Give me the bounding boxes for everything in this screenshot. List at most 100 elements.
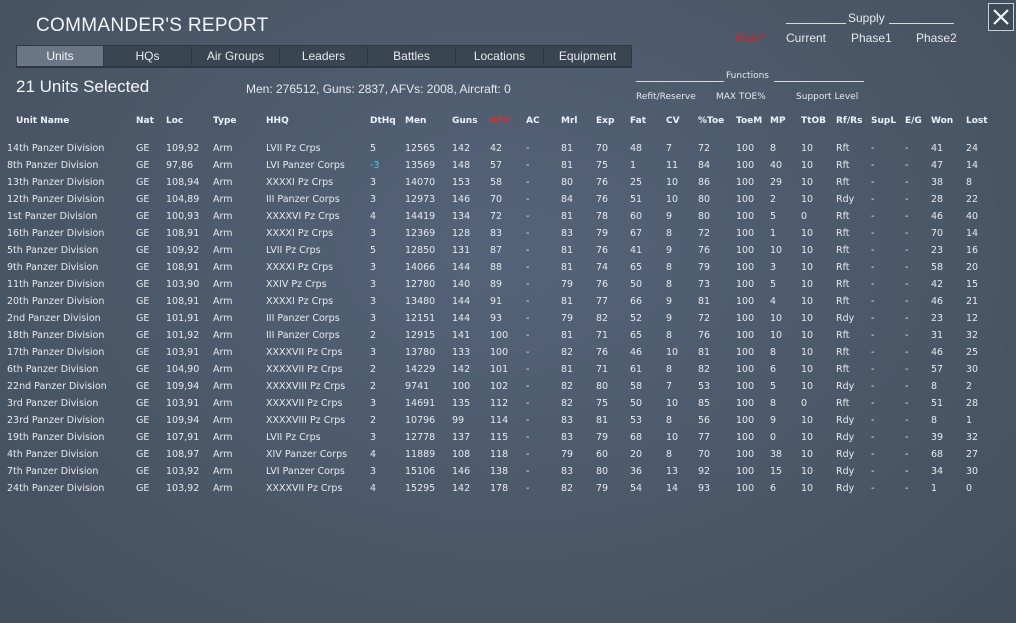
cell-unit-name[interactable]: 19th Panzer Division: [7, 431, 104, 444]
table-row[interactable]: 5th Panzer Division GE 109,92 Arm LVII Pz Cr…: [0, 244, 1016, 261]
cell-e-g: -: [905, 228, 909, 239]
table-row[interactable]: 9th Panzer Division GE 108,91 Arm XXXXI Pz C…: [0, 261, 1016, 278]
cell-unit-name[interactable]: 7th Panzer Division: [7, 465, 98, 478]
cell-toe-pct: 86: [698, 177, 711, 188]
column-header-dthq[interactable]: DtHq: [370, 116, 396, 126]
tab-battles[interactable]: Battles: [367, 45, 456, 67]
cell-unit-name[interactable]: 16th Panzer Division: [7, 227, 104, 240]
table-row[interactable]: 8th Panzer Division GE 97,86 Arm LVI Panzer …: [0, 159, 1016, 176]
cell-unit-name[interactable]: 6th Panzer Division: [7, 363, 98, 376]
tab-hqs[interactable]: HQs: [103, 45, 192, 67]
column-header-lost[interactable]: Lost: [966, 116, 988, 126]
tab-air-groups[interactable]: Air Groups: [191, 45, 280, 67]
cell-unit-name[interactable]: 3rd Panzer Division: [7, 397, 98, 410]
table-row[interactable]: 3rd Panzer Division GE 103,91 Arm XXXXVII Pz…: [0, 397, 1016, 414]
cell-rf-rs: Rft: [836, 279, 850, 290]
column-header-toe[interactable]: %Toe: [698, 116, 724, 126]
cell-won: 51: [931, 398, 944, 409]
table-row[interactable]: 7th Panzer Division GE 103,92 Arm LVI Panzer…: [0, 465, 1016, 482]
table-row[interactable]: 19th Panzer Division GE 107,91 Arm LVII Pz C…: [0, 431, 1016, 448]
cell-guns: 135: [452, 398, 471, 409]
cell-supl: -: [871, 228, 875, 239]
column-header-afv[interactable]: AFV: [490, 116, 510, 126]
table-row[interactable]: 14th Panzer Division GE 109,92 Arm LVII Pz C…: [0, 142, 1016, 159]
column-header-ac[interactable]: AC: [526, 116, 540, 126]
cell-e-g: -: [905, 415, 909, 426]
table-row[interactable]: 24th Panzer Division GE 103,92 Arm XXXXVII P…: [0, 482, 1016, 499]
column-header-rf-rs[interactable]: Rf/Rs: [836, 116, 862, 126]
column-header-toem[interactable]: ToeM: [736, 116, 762, 126]
cell-fat: 54: [630, 483, 643, 494]
table-row[interactable]: 6th Panzer Division GE 104,90 Arm XXXXVII Pz…: [0, 363, 1016, 380]
column-header-e-g[interactable]: E/G: [905, 116, 922, 126]
cell-unit-name[interactable]: 9th Panzer Division: [7, 261, 98, 274]
cell-toe-pct: 53: [698, 381, 711, 392]
column-header-supl[interactable]: SupL: [871, 116, 896, 126]
table-row[interactable]: 17th Panzer Division GE 103,91 Arm XXXXVII P…: [0, 346, 1016, 363]
cell-guns: 142: [452, 143, 471, 154]
cell-unit-name[interactable]: 22nd Panzer Division: [7, 380, 107, 393]
table-row[interactable]: 2nd Panzer Division GE 101,91 Arm III Panzer…: [0, 312, 1016, 329]
supply-option-current[interactable]: Current: [786, 31, 826, 45]
cell-unit-name[interactable]: 4th Panzer Division: [7, 448, 98, 461]
column-header-nat[interactable]: Nat: [136, 116, 154, 126]
table-row[interactable]: 13th Panzer Division GE 108,94 Arm XXXXI Pz …: [0, 176, 1016, 193]
tab-equipment[interactable]: Equipment: [543, 45, 632, 67]
table-row[interactable]: 20th Panzer Division GE 108,91 Arm XXXXI Pz …: [0, 295, 1016, 312]
cell-e-g: -: [905, 449, 909, 460]
column-header-unit-name[interactable]: Unit Name: [16, 116, 69, 126]
column-header-cv[interactable]: CV: [666, 116, 680, 126]
cell-unit-name[interactable]: 18th Panzer Division: [7, 329, 104, 342]
supply-option-main[interactable]: Main*: [735, 31, 766, 45]
table-row[interactable]: 23rd Panzer Division GE 109,94 Arm XXXXVIII …: [0, 414, 1016, 431]
cell-unit-name[interactable]: 24th Panzer Division: [7, 482, 104, 495]
column-header-loc[interactable]: Loc: [166, 116, 183, 126]
cell-dthq: 3: [370, 262, 377, 273]
table-row[interactable]: 22nd Panzer Division GE 109,94 Arm XXXXVIII …: [0, 380, 1016, 397]
cell-unit-name[interactable]: 5th Panzer Division: [7, 244, 98, 257]
close-button[interactable]: [988, 3, 1014, 31]
table-row[interactable]: 4th Panzer Division GE 108,97 Arm XIV Panzer…: [0, 448, 1016, 465]
function-max-toe[interactable]: MAX TOE%: [716, 92, 766, 102]
table-row[interactable]: 1st Panzer Division GE 100,93 Arm XXXXVI Pz …: [0, 210, 1016, 227]
tab-leaders[interactable]: Leaders: [279, 45, 368, 67]
table-row[interactable]: 11th Panzer Division GE 103,90 Arm XXIV Pz C…: [0, 278, 1016, 295]
tab-units[interactable]: Units: [16, 45, 104, 67]
table-row[interactable]: 18th Panzer Division GE 101,92 Arm III Panze…: [0, 329, 1016, 346]
function-refit-reserve[interactable]: Refit/Reserve: [636, 92, 696, 102]
cell-unit-name[interactable]: 17th Panzer Division: [7, 346, 104, 359]
column-header-hhq[interactable]: HHQ: [266, 116, 289, 126]
column-header-type[interactable]: Type: [213, 116, 236, 126]
cell-unit-name[interactable]: 20th Panzer Division: [7, 295, 104, 308]
column-header-ttob[interactable]: TtOB: [801, 116, 826, 126]
supply-option-phase1[interactable]: Phase1: [851, 31, 892, 45]
supply-option-phase2[interactable]: Phase2: [916, 31, 957, 45]
cell-mrl: 82: [561, 381, 574, 392]
column-header-mp[interactable]: MP: [770, 116, 786, 126]
column-header-guns[interactable]: Guns: [452, 116, 478, 126]
cell-type: Arm: [213, 347, 233, 358]
column-header-won[interactable]: Won: [931, 116, 953, 126]
cell-fat: 68: [630, 432, 643, 443]
cell-unit-name[interactable]: 23rd Panzer Division: [7, 414, 104, 427]
cell-unit-name[interactable]: 12th Panzer Division: [7, 193, 104, 206]
column-header-exp[interactable]: Exp: [596, 116, 614, 126]
tab-locations[interactable]: Locations: [455, 45, 544, 67]
table-row[interactable]: 16th Panzer Division GE 108,91 Arm XXXXI Pz …: [0, 227, 1016, 244]
cell-unit-name[interactable]: 2nd Panzer Division: [7, 312, 101, 325]
cell-ttob: 10: [801, 194, 814, 205]
cell-unit-name[interactable]: 13th Panzer Division: [7, 176, 104, 189]
table-row[interactable]: 12th Panzer Division GE 104,89 Arm III Panze…: [0, 193, 1016, 210]
function-support-level[interactable]: Support Level: [796, 92, 858, 102]
column-header-fat[interactable]: Fat: [630, 116, 646, 126]
cell-unit-name[interactable]: 11th Panzer Division: [7, 278, 104, 291]
cell-unit-name[interactable]: 8th Panzer Division: [7, 159, 98, 172]
column-header-mrl[interactable]: Mrl: [561, 116, 577, 126]
column-header-men[interactable]: Men: [405, 116, 426, 126]
cell-toem: 100: [736, 415, 755, 426]
cell-unit-name[interactable]: 1st Panzer Division: [7, 210, 97, 223]
cell-lost: 16: [966, 245, 979, 256]
cell-men: 9741: [405, 381, 430, 392]
cell-guns: 144: [452, 296, 471, 307]
cell-unit-name[interactable]: 14th Panzer Division: [7, 142, 104, 155]
